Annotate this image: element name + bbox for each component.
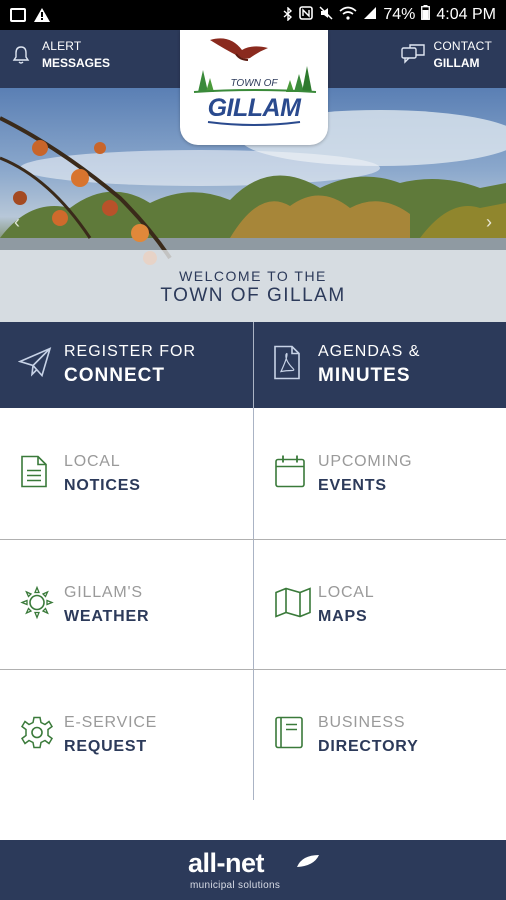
footer-brand: all-net <box>188 848 265 878</box>
tile-label-1: E-SERVICE <box>64 714 158 731</box>
tile-label-1: BUSINESS <box>318 714 406 731</box>
banner-next-icon[interactable]: › <box>486 212 492 233</box>
tile-label-1: LOCAL <box>318 583 375 601</box>
tile-label-2: DIRECTORY <box>318 738 419 755</box>
register-connect-tile[interactable]: REGISTER FOR CONNECT <box>0 322 253 408</box>
gear-icon <box>20 716 54 755</box>
footer-bar: all-net municipal solutions <box>0 840 506 900</box>
book-icon <box>274 716 304 755</box>
document-icon <box>20 455 48 494</box>
map-icon <box>274 586 312 623</box>
signal-icon <box>363 6 377 25</box>
sun-icon <box>20 585 54 624</box>
banner-prev-icon[interactable]: ‹ <box>14 212 20 233</box>
tile-label-1: REGISTER FOR <box>64 343 197 360</box>
welcome-panel: WELCOME TO THE TOWN OF GILLAM <box>0 250 506 322</box>
pdf-file-icon <box>272 345 302 386</box>
grid-divider <box>0 539 506 540</box>
tile-label-2: NOTICES <box>64 477 141 494</box>
tile-label-2: CONNECT <box>64 365 165 386</box>
tile-label-1: GILLAM'S <box>64 583 143 601</box>
logo-town-of: TOWN OF <box>230 78 278 89</box>
image-icon <box>10 8 26 22</box>
tile-label-2: MINUTES <box>318 365 411 386</box>
tile-label-2: MAPS <box>318 607 368 625</box>
contact-gillam-button[interactable]: CONTACT GILLAM <box>401 38 492 72</box>
leaf-icon <box>297 855 319 867</box>
calendar-icon <box>274 455 306 494</box>
battery-percent: 74% <box>383 6 416 23</box>
tile-label-1: LOCAL <box>64 453 121 470</box>
battery-icon <box>421 5 431 25</box>
town-logo[interactable]: TOWN OF GILLAM <box>180 30 328 145</box>
local-notices-tile[interactable]: LOCAL NOTICES <box>0 409 252 539</box>
local-maps-tile[interactable]: LOCAL MAPS <box>254 540 506 669</box>
chat-icon <box>401 44 426 66</box>
alert-messages-button[interactable]: ALERT MESSAGES <box>10 38 110 72</box>
status-bar: 74% 4:04 PM <box>0 0 506 30</box>
wifi-icon <box>339 6 357 25</box>
warning-icon <box>34 8 50 22</box>
paper-plane-icon <box>17 346 52 385</box>
bluetooth-icon <box>283 5 293 24</box>
tile-label-1: AGENDAS & <box>318 343 421 360</box>
tile-label-1: UPCOMING <box>318 453 413 470</box>
alert-label: ALERT <box>42 39 82 53</box>
messages-label: MESSAGES <box>42 56 111 70</box>
bell-icon <box>10 44 32 66</box>
footer-subtitle: municipal solutions <box>190 880 281 891</box>
business-directory-tile[interactable]: BUSINESS DIRECTORY <box>254 670 506 800</box>
tile-label-2: WEATHER <box>64 607 150 625</box>
grid-divider <box>253 322 254 800</box>
nfc-icon <box>299 5 314 25</box>
gillams-weather-tile[interactable]: GILLAM'S WEATHER <box>0 540 252 669</box>
tile-label-2: EVENTS <box>318 477 387 494</box>
gillam-label: GILLAM <box>433 56 480 70</box>
upcoming-events-tile[interactable]: UPCOMING EVENTS <box>254 409 506 539</box>
clock: 4:04 PM <box>436 6 496 23</box>
contact-label: CONTACT <box>433 39 492 53</box>
tile-label-2: REQUEST <box>64 738 147 755</box>
welcome-line2: TOWN OF GILLAM <box>160 285 346 306</box>
logo-gillam: GILLAM <box>207 94 301 122</box>
mute-icon <box>319 5 333 25</box>
e-service-request-tile[interactable]: E-SERVICE REQUEST <box>0 670 252 800</box>
grid-divider <box>0 669 506 670</box>
welcome-line1: WELCOME TO THE <box>179 268 327 284</box>
agendas-minutes-tile[interactable]: AGENDAS & MINUTES <box>254 322 506 408</box>
